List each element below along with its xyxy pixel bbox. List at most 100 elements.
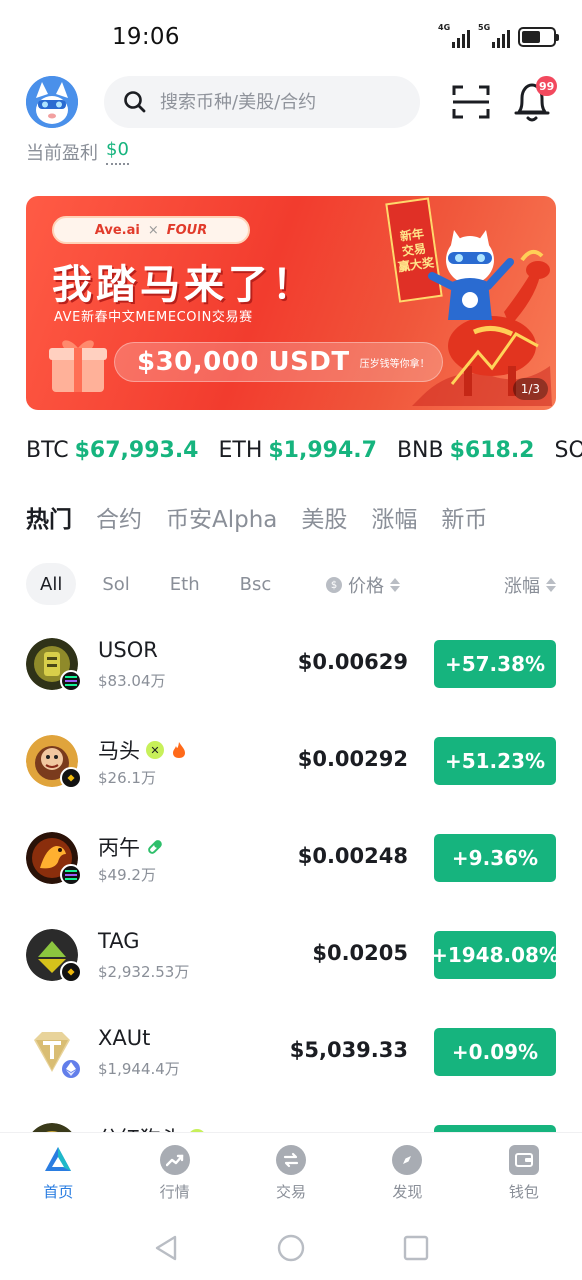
tab-contracts[interactable]: 合约	[96, 500, 142, 534]
tab-gainers[interactable]: 涨幅	[371, 500, 417, 534]
token-price: $5,039.33	[289, 1038, 408, 1062]
tab-hot[interactable]: 热门	[26, 500, 72, 534]
token-name: USOR	[98, 638, 158, 662]
ticker-item[interactable]: ETH $1,994.7	[218, 438, 376, 463]
search-input[interactable]	[160, 91, 400, 113]
nav-wallet[interactable]: 钱包	[466, 1133, 582, 1216]
profit-label: 当前盈利	[26, 143, 98, 164]
scan-icon[interactable]	[452, 84, 490, 120]
token-name: 分红狗头 ✕	[98, 1123, 206, 1132]
nav-markets[interactable]: 行情	[116, 1133, 232, 1216]
bnb-chain-icon	[60, 961, 82, 983]
change-column-label: 涨幅	[504, 576, 540, 597]
four-logo-text: FOUR	[166, 222, 208, 238]
token-name: 马头 ✕	[98, 735, 188, 765]
system-navigation-bar	[0, 1216, 582, 1280]
nav-discover[interactable]: 发现	[349, 1133, 465, 1216]
token-name: TAG	[98, 929, 140, 953]
profit-row[interactable]: 当前盈利 $0	[26, 139, 129, 165]
token-logo	[26, 832, 82, 886]
compass-icon	[392, 1145, 423, 1175]
sort-arrows-icon	[390, 578, 400, 592]
token-logo	[26, 638, 82, 692]
bottom-nav: 首页 行情 交易 发现 钱包	[0, 1132, 582, 1216]
token-change-badge: +9.36%	[434, 834, 556, 882]
token-change-badge: +0.09%	[434, 1028, 556, 1076]
token-logo	[26, 735, 82, 789]
token-change-badge: +51.23%	[434, 737, 556, 785]
sort-arrows-icon	[546, 578, 556, 592]
gift-icon	[49, 340, 107, 392]
nav-home[interactable]: 首页	[0, 1133, 116, 1216]
ave-logo-text: Ave.ai	[94, 222, 140, 238]
banner-subtitle: AVE新春中文MEMECOIN交易赛	[54, 310, 253, 325]
wallet-icon	[508, 1145, 539, 1175]
chain-filters: All Sol Eth Bsc	[26, 563, 297, 605]
sort-by-price[interactable]: $ 价格	[326, 572, 400, 598]
token-list: USOR $83.04万 $0.00629 +57.38% 马头 ✕ $26.1…	[0, 616, 582, 1132]
notification-badge: 99	[536, 76, 558, 96]
token-price: $0.00292	[297, 747, 408, 771]
verified-x-icon: ✕	[146, 741, 164, 759]
search-icon	[124, 91, 146, 113]
token-logo	[26, 929, 82, 983]
token-market-cap: $49.2万	[98, 866, 156, 884]
token-market-cap: $1,944.4万	[98, 1060, 180, 1078]
prize-amount: $30,000 USDT	[137, 347, 350, 377]
status-bar: 19:06 4G 5G	[0, 0, 582, 74]
search-bar[interactable]	[104, 76, 420, 128]
solana-chain-icon	[60, 670, 82, 692]
banner-prize: $30,000 USDT 压岁钱等你拿！	[114, 342, 443, 382]
ticker-item[interactable]: SOL	[555, 438, 582, 463]
sort-by-change[interactable]: 涨幅	[504, 572, 556, 598]
banner-pager: 1/3	[512, 378, 548, 400]
tab-new-coins[interactable]: 新币	[441, 500, 487, 534]
avatar[interactable]	[26, 76, 78, 128]
ticker-item[interactable]: BNB $618.2	[397, 438, 535, 463]
status-icons: 4G 5G	[438, 23, 559, 48]
token-price: $0.00629	[297, 650, 408, 674]
tab-binance-alpha[interactable]: 币安Alpha	[166, 500, 277, 534]
token-market-cap: $83.04万	[98, 672, 166, 690]
profit-value: $0	[106, 139, 129, 165]
filter-eth[interactable]: Eth	[156, 563, 214, 605]
filter-bsc[interactable]: Bsc	[226, 563, 286, 605]
token-row[interactable]: 丙午 $49.2万 $0.00248 +9.36%	[0, 810, 582, 907]
banner-partner-pill: Ave.ai × FOUR	[52, 216, 250, 244]
token-row[interactable]: TAG $2,932.53万 $0.0205 +1948.08%	[0, 907, 582, 1004]
signal-5g-icon: 5G	[478, 23, 510, 48]
banner-headline: 我踏马来了！	[52, 261, 316, 308]
pill-icon	[146, 838, 164, 856]
currency-icon: $	[326, 577, 342, 593]
token-price: $0.00248	[297, 844, 408, 868]
token-logo	[26, 1026, 82, 1080]
nav-trade[interactable]: 交易	[233, 1133, 349, 1216]
price-ticker[interactable]: BTC$67,993.4 ETH$1,994.7 BNB$618.2 SOL	[26, 438, 582, 463]
filter-all[interactable]: All	[26, 563, 77, 605]
token-row[interactable]: 分红狗头 ✕	[0, 1101, 582, 1132]
promo-banner[interactable]: Ave.ai × FOUR 我踏马来了！ AVE新春中文MEMECOIN交易赛 …	[26, 196, 556, 410]
token-change-badge: +57.38%	[434, 640, 556, 688]
token-name: 丙午	[98, 832, 164, 862]
recents-square-icon[interactable]	[403, 1235, 429, 1261]
ticker-item[interactable]: BTC $67,993.4	[26, 438, 198, 463]
token-row[interactable]: XAUt $1,944.4万 $5,039.33 +0.09%	[0, 1004, 582, 1101]
filter-sol[interactable]: Sol	[88, 563, 143, 605]
solana-chain-icon	[60, 864, 82, 886]
bnb-chain-icon	[60, 767, 82, 789]
token-market-cap: $2,932.53万	[98, 963, 190, 981]
token-name: XAUt	[98, 1026, 151, 1050]
token-row[interactable]: USOR $83.04万 $0.00629 +57.38%	[0, 616, 582, 713]
signal-4g-icon: 4G	[438, 23, 470, 48]
fire-icon	[170, 741, 188, 759]
price-column-label: 价格	[348, 576, 384, 597]
home-circle-icon[interactable]	[277, 1234, 305, 1262]
back-icon[interactable]	[153, 1234, 179, 1262]
tab-us-stocks[interactable]: 美股	[301, 500, 347, 534]
token-market-cap: $26.1万	[98, 769, 156, 787]
status-time: 19:06	[112, 24, 180, 50]
battery-icon	[518, 27, 559, 47]
home-logo-icon	[45, 1147, 72, 1171]
token-row[interactable]: 马头 ✕ $26.1万 $0.00292 +51.23%	[0, 713, 582, 810]
token-logo	[26, 1123, 78, 1132]
